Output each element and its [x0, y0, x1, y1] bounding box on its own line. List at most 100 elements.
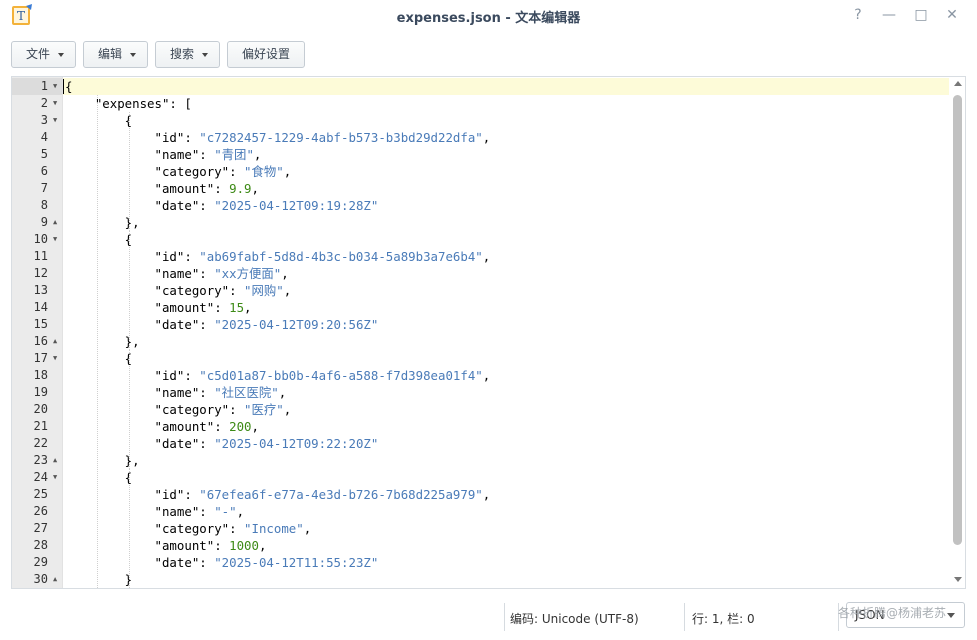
code-area[interactable]: { "expenses": [ { "id": "c7282457-1229-4… [63, 77, 949, 588]
code-line[interactable]: { [63, 469, 949, 486]
file-menu-button[interactable]: 文件 [11, 41, 76, 68]
code-line[interactable]: "id": "c7282457-1229-4abf-b573-b3bd29d22… [63, 129, 949, 146]
code-line[interactable]: "amount": 1000, [63, 537, 949, 554]
code-token: , [244, 300, 252, 315]
code-token: , [253, 147, 262, 162]
line-number: 27 [12, 520, 62, 537]
line-number-label: 5 [40, 147, 48, 161]
vertical-scrollbar[interactable] [949, 77, 965, 588]
code-line[interactable]: "category": "食物", [63, 163, 949, 180]
code-line[interactable]: "id": "c5d01a87-bb0b-4af6-a588-f7d398ea0… [63, 367, 949, 384]
code-line[interactable]: "name": "社区医院", [63, 384, 949, 401]
line-number: 22 [12, 435, 62, 452]
code-token: "category": [65, 402, 245, 417]
code-token: , [251, 419, 259, 434]
code-token: , [278, 385, 287, 400]
fold-arrow-up-icon[interactable]: ▲ [53, 571, 57, 588]
code-editor[interactable]: 1 ▼ 2 ▼ 3 ▼ 4 5 6 7 8 9 ▲ 10 ▼ 11 12 13 14 15 16 ▲ 17 ▼ 18 19 20 21… [11, 76, 966, 589]
fold-arrow-down-icon[interactable]: ▼ [53, 350, 57, 367]
scroll-up-arrow-icon[interactable] [954, 81, 962, 86]
close-icon[interactable]: ✕ [942, 5, 962, 25]
line-number-label: 27 [33, 521, 48, 535]
number-token: 200 [229, 419, 252, 434]
code-line[interactable]: "date": "2025-04-12T09:20:56Z" [63, 316, 949, 333]
line-number-label: 26 [33, 504, 48, 518]
code-line[interactable]: "name": "青团", [63, 146, 949, 163]
fold-arrow-down-icon[interactable]: ▼ [53, 95, 57, 112]
code-token: "name": [65, 147, 215, 162]
code-line[interactable]: { [63, 112, 949, 129]
code-token: "amount": [65, 538, 230, 553]
code-line[interactable]: "category": "网购", [63, 282, 949, 299]
line-number-label: 19 [33, 385, 48, 399]
line-number: 1 ▼ [12, 78, 62, 95]
fold-arrow-up-icon[interactable]: ▲ [53, 452, 57, 469]
code-token: }, [65, 453, 140, 468]
code-line[interactable]: "amount": 200, [63, 418, 949, 435]
line-number-label: 13 [33, 283, 48, 297]
line-number-label: 29 [33, 555, 48, 569]
code-token: "name": [65, 266, 215, 281]
code-line[interactable]: { [63, 350, 949, 367]
code-line[interactable]: "name": "xx方便面", [63, 265, 949, 282]
code-line[interactable]: "date": "2025-04-12T09:22:20Z" [63, 435, 949, 452]
maximize-icon[interactable]: □ [911, 5, 931, 25]
code-line[interactable]: "category": "Income", [63, 520, 949, 537]
line-number-label: 7 [40, 181, 48, 195]
text-cursor [63, 79, 64, 94]
minimize-icon[interactable]: — [879, 5, 899, 25]
code-token: , [283, 402, 292, 417]
line-number: 12 [12, 265, 62, 282]
code-line[interactable]: "date": "2025-04-12T09:19:28Z" [63, 197, 949, 214]
help-icon[interactable]: ? [848, 5, 868, 25]
code-line[interactable]: { [63, 78, 949, 95]
string-token: "医疗" [244, 402, 284, 417]
line-number: 13 [12, 282, 62, 299]
code-line[interactable]: }, [63, 214, 949, 231]
chevron-down-icon [202, 53, 208, 57]
code-token: , [482, 487, 491, 502]
code-token: "name": [65, 504, 215, 519]
code-token: "date": [65, 317, 215, 332]
code-token: { [65, 113, 133, 128]
scroll-down-arrow-icon[interactable] [954, 577, 962, 582]
fold-arrow-up-icon[interactable]: ▲ [53, 214, 57, 231]
preferences-label: 偏好设置 [242, 47, 291, 61]
preferences-button[interactable]: 偏好设置 [227, 41, 305, 68]
fold-arrow-down-icon[interactable]: ▼ [53, 469, 57, 486]
code-token: "date": [65, 436, 215, 451]
line-number-label: 14 [33, 300, 48, 314]
code-line[interactable]: "id": "ab69fabf-5d8d-4b3c-b034-5a89b3a7e… [63, 248, 949, 265]
code-line[interactable]: "date": "2025-04-12T11:55:23Z" [63, 554, 949, 571]
line-number: 18 [12, 367, 62, 384]
edit-menu-button[interactable]: 编辑 [83, 41, 148, 68]
code-line[interactable]: "name": "-", [63, 503, 949, 520]
code-line[interactable]: }, [63, 333, 949, 350]
code-line[interactable]: "expenses": [ [63, 95, 949, 112]
code-token: } [65, 572, 133, 587]
scrollbar-thumb[interactable] [953, 95, 962, 545]
line-number: 5 [12, 146, 62, 163]
string-token: "ab69fabf-5d8d-4b3c-b034-5a89b3a7e6b4" [199, 249, 483, 264]
fold-arrow-up-icon[interactable]: ▲ [53, 333, 57, 350]
line-number-label: 20 [33, 402, 48, 416]
line-number: 28 [12, 537, 62, 554]
code-line[interactable]: "amount": 9.9, [63, 180, 949, 197]
code-line[interactable]: "category": "医疗", [63, 401, 949, 418]
fold-arrow-down-icon[interactable]: ▼ [53, 231, 57, 248]
code-line[interactable]: { [63, 231, 949, 248]
chevron-down-icon [130, 53, 136, 57]
code-token: }, [65, 215, 140, 230]
status-bar: 编码: Unicode (UTF-8) 行: 1, 栏: 0 JSON 各种折腾… [0, 598, 977, 640]
encoding-status[interactable]: 编码: Unicode (UTF-8) [510, 610, 639, 627]
chevron-down-icon [58, 53, 64, 57]
fold-arrow-down-icon[interactable]: ▼ [53, 112, 57, 129]
fold-arrow-down-icon[interactable]: ▼ [53, 78, 57, 95]
code-line[interactable]: "id": "67efea6f-e77a-4e3d-b726-7b68d225a… [63, 486, 949, 503]
code-line[interactable]: "amount": 15, [63, 299, 949, 316]
code-line[interactable]: } [63, 571, 949, 588]
code-line[interactable]: }, [63, 452, 949, 469]
code-token: "category": [65, 521, 245, 536]
code-token: , [482, 130, 491, 145]
search-menu-button[interactable]: 搜索 [155, 41, 220, 68]
